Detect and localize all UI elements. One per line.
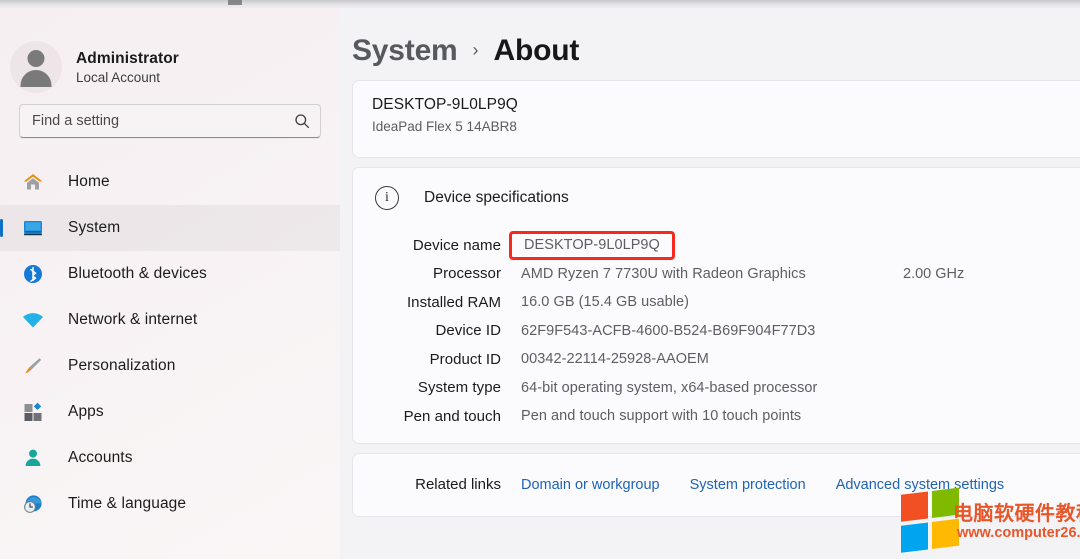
- sidebar-item-label: System: [68, 219, 121, 236]
- related-link-advanced-system-settings[interactable]: Advanced system settings: [836, 477, 1004, 493]
- device-name-heading: DESKTOP-9L0LP9Q: [372, 96, 518, 113]
- sidebar-nav: Home System Bluetooth & devices Network …: [0, 159, 340, 527]
- device-specifications-header[interactable]: i Device specifications: [353, 168, 1080, 226]
- sidebar-item-label: Home: [68, 173, 110, 190]
- user-profile[interactable]: Administrator Local Account: [0, 8, 340, 104]
- spec-value-clockspeed: 2.00 GHz: [903, 265, 965, 282]
- search-input[interactable]: [32, 113, 294, 129]
- sidebar-item-time-language[interactable]: Time & language: [0, 481, 340, 527]
- profile-account-type: Local Account: [76, 69, 161, 85]
- profile-name: Administrator: [76, 49, 179, 67]
- search-icon[interactable]: [294, 113, 310, 129]
- wifi-icon: [20, 308, 46, 332]
- sidebar-item-bluetooth-devices[interactable]: Bluetooth & devices: [0, 251, 340, 297]
- sidebar-item-label: Bluetooth & devices: [68, 265, 207, 282]
- paintbrush-icon: [20, 354, 46, 378]
- sidebar-item-accounts[interactable]: Accounts: [0, 435, 340, 481]
- bluetooth-icon: [20, 262, 46, 286]
- device-summary-card: DESKTOP-9L0LP9Q IdeaPad Flex 5 14ABR8: [352, 80, 1080, 158]
- person-avatar-icon: [10, 41, 62, 93]
- spec-value: 16.0 GB (15.4 GB usable): [521, 294, 690, 311]
- spec-key: Processor: [433, 265, 501, 283]
- chevron-right-icon: ›: [472, 40, 479, 60]
- clock-globe-icon: [20, 492, 46, 516]
- spec-key: Installed RAM: [406, 293, 501, 311]
- sidebar-item-label: Time & language: [68, 495, 187, 512]
- apps-grid-icon: [20, 400, 46, 424]
- spec-key: Product ID: [429, 350, 501, 368]
- sidebar-item-label: Personalization: [68, 357, 176, 374]
- related-links-card: Related links Domain or workgroup System…: [352, 452, 1080, 517]
- spec-value-highlighted: DESKTOP-9L0LP9Q: [509, 230, 675, 260]
- sidebar-item-apps[interactable]: Apps: [0, 389, 340, 435]
- spec-value: 64-bit operating system, x64-based proce…: [521, 379, 818, 396]
- sidebar-item-system[interactable]: System: [0, 205, 340, 251]
- sidebar: Administrator Local Account Find a setti…: [0, 8, 340, 559]
- spec-row-processor: Processor AMD Ryzen 7 7730U with Radeon …: [353, 260, 1080, 289]
- sidebar-item-personalization[interactable]: Personalization: [0, 343, 340, 389]
- related-link-domain-or-workgroup[interactable]: Domain or workgroup: [521, 477, 660, 493]
- spec-row-pen-and-touch: Pen and touch Pen and touch support with…: [353, 402, 1080, 431]
- spec-row-product-id: Product ID 00342-22114-25928-AAOEM: [353, 345, 1080, 374]
- breadcrumb-parent[interactable]: System: [352, 34, 458, 68]
- spec-key: System type: [417, 379, 501, 397]
- spec-key: Pen and touch: [403, 407, 501, 425]
- page-title: About: [493, 34, 580, 67]
- sidebar-item-label: Network & internet: [68, 311, 198, 328]
- device-specifications-card: i Device specifications Device name DESK…: [352, 167, 1080, 444]
- settings-window: Administrator Local Account Find a setti…: [0, 8, 1080, 559]
- person-icon: [20, 446, 46, 470]
- monitor-icon: [20, 216, 46, 240]
- content-pane: System › About DESKTOP-9L0LP9Q IdeaPad F…: [340, 8, 1080, 559]
- spec-row-device-id: Device ID 62F9F543-ACFB-4600-B524-B69F90…: [353, 317, 1080, 346]
- sidebar-item-network-internet[interactable]: Network & internet: [0, 297, 340, 343]
- window-chrome-artifact: [228, 0, 242, 5]
- spec-value: 00342-22114-25928-AAOEM: [521, 351, 709, 368]
- spec-value: AMD Ryzen 7 7730U with Radeon Graphics: [521, 265, 806, 282]
- search-box[interactable]: [19, 104, 321, 138]
- info-circle-icon: i: [375, 186, 399, 210]
- sidebar-item-label: Accounts: [68, 449, 133, 466]
- sidebar-item-home[interactable]: Home: [0, 159, 340, 205]
- device-model-subtext: IdeaPad Flex 5 14ABR8: [372, 119, 517, 134]
- spec-key: Device name: [412, 236, 501, 254]
- specifications-table: Device name DESKTOP-9L0LP9Q Processor AM…: [353, 226, 1080, 431]
- home-icon: [20, 170, 46, 194]
- window-chrome-strip: [0, 0, 1080, 8]
- related-links-label: Related links: [415, 476, 501, 493]
- search-container: [0, 104, 340, 138]
- spec-row-system-type: System type 64-bit operating system, x64…: [353, 374, 1080, 403]
- device-specifications-title: Device specifications: [424, 189, 569, 206]
- breadcrumb: System › About: [352, 8, 1080, 80]
- related-link-system-protection[interactable]: System protection: [690, 477, 806, 493]
- spec-row-device-name: Device name DESKTOP-9L0LP9Q: [353, 230, 1080, 260]
- spec-row-installed-ram: Installed RAM 16.0 GB (15.4 GB usable): [353, 288, 1080, 317]
- spec-value: Pen and touch support with 10 touch poin…: [521, 408, 802, 425]
- spec-value: 62F9F543-ACFB-4600-B524-B69F904F77D3: [521, 322, 816, 339]
- sidebar-item-label: Apps: [68, 403, 104, 420]
- spec-key: Device ID: [435, 322, 501, 340]
